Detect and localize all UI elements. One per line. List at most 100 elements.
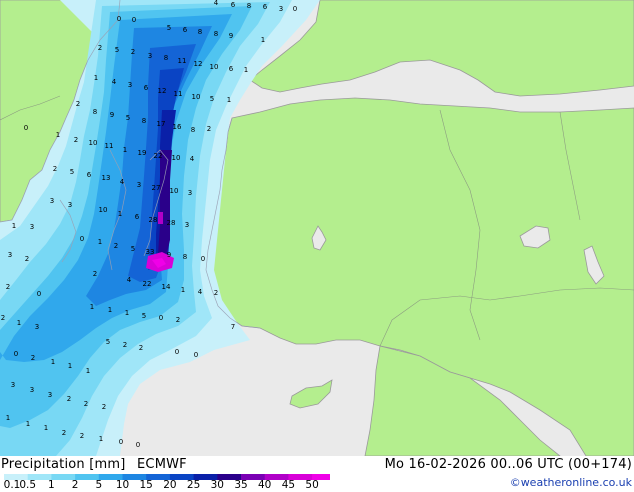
precipitation-value: 5: [142, 312, 146, 320]
precipitation-value: 0: [194, 351, 198, 359]
precipitation-value: 28: [149, 216, 158, 224]
precipitation-value: 1: [51, 358, 55, 366]
colorbar-tick-label: 45: [281, 479, 296, 491]
precipitation-value: 6: [229, 65, 234, 73]
precipitation-value: 2: [67, 395, 71, 403]
colorbar-tick-label: 15: [139, 479, 153, 491]
precipitation-value: 1: [17, 319, 21, 327]
precipitation-value: 7: [231, 323, 235, 331]
precipitation-value: 2: [123, 341, 127, 349]
valid-time: Mo 16-02-2026 00..06 UTC (00+174): [384, 457, 632, 472]
precipitation-value: 1: [68, 362, 72, 370]
precipitation-value: 1: [86, 367, 90, 375]
precipitation-value: 1: [94, 74, 98, 82]
credit-link[interactable]: ©weatheronline.co.uk: [510, 476, 632, 489]
precipitation-value: 1: [181, 286, 185, 294]
precipitation-value: 1: [261, 36, 265, 44]
precipitation-value: 6: [263, 3, 268, 11]
precipitation-value: 0: [175, 348, 179, 356]
precipitation-value: 22: [154, 152, 163, 160]
precipitation-value: 2: [76, 100, 80, 108]
precipitation-value: 10: [210, 63, 219, 71]
precipitation-value: 4: [198, 288, 203, 296]
precipitation-value: 2: [131, 48, 135, 56]
precipitation-value: 3: [68, 201, 72, 209]
precipitation-value: 9: [229, 32, 233, 40]
precipitation-value: 1: [44, 424, 48, 432]
colorbar-tick-label: 35: [234, 479, 248, 491]
colorbar-labels: 0.1 0.5 1 2 5 10 15 20 25 30 35 40 45 50: [0, 479, 330, 492]
precipitation-value: 4: [127, 276, 132, 284]
precipitation-value: 1: [99, 435, 103, 443]
precipitation-value: 4: [120, 178, 125, 186]
colorbar-tick-label: 50: [305, 479, 319, 491]
precipitation-value: 6: [135, 213, 140, 221]
precipitation-value: 3: [11, 381, 15, 389]
precipitation-value: 5: [126, 114, 130, 122]
precipitation-value: 11: [178, 57, 187, 65]
precipitation-value: 3: [128, 81, 132, 89]
precipitation-value: 6: [144, 84, 149, 92]
precipitation-value: 4: [214, 0, 219, 7]
precipitation-value: 2: [207, 125, 211, 133]
precipitation-value: 8: [247, 2, 251, 10]
colorbar-tick-label: 0.5: [19, 479, 37, 491]
precipitation-value: 6: [183, 26, 188, 34]
precipitation-value: 5: [115, 46, 119, 54]
precipitation-value: 13: [102, 174, 111, 182]
precipitation-value: 12: [194, 60, 203, 68]
precipitation-value: 8: [214, 30, 218, 38]
precipitation-value: 3: [35, 323, 39, 331]
precipitation-value: 17: [157, 120, 166, 128]
precipitation-value: 4: [190, 155, 195, 163]
precipitation-value: 11: [105, 142, 114, 150]
colorbar-tick-label: 40: [258, 479, 272, 491]
precipitation-value: 3: [48, 391, 52, 399]
precipitation-value: 1: [227, 96, 231, 104]
precipitation-value: 2: [80, 432, 84, 440]
precipitation-value: 2: [84, 400, 88, 408]
precipitation-value: 2: [74, 136, 78, 144]
colorbar-tick-label: 0.1: [3, 479, 21, 491]
precipitation-value: 19: [138, 149, 147, 157]
precipitation-value: 16: [173, 123, 182, 131]
precipitation-value: 1: [108, 306, 112, 314]
colorbar-tick-label: 25: [186, 479, 201, 491]
precipitation-value: 2: [214, 289, 218, 297]
precipitation-value: 2: [62, 429, 66, 437]
precipitation-value: 0: [117, 15, 121, 23]
precipitation-value: 5: [131, 245, 135, 253]
precipitation-value: 5: [106, 338, 110, 346]
precipitation-value: 2: [31, 354, 35, 362]
precipitation-value: 1: [56, 131, 60, 139]
precipitation-value: 8: [191, 126, 195, 134]
precipitation-value: 2: [114, 242, 118, 250]
precipitation-value: 8: [183, 253, 187, 261]
precipitation-value: 2: [98, 44, 102, 52]
precipitation-value: 5: [70, 168, 74, 176]
precipitation-map[interactable]: 0 04 6 8 6 3 05 6 8 8 9 12 5 2 3 8 11 12 10 6 11 4 3 6 12 11 10 5 12…: [0, 0, 634, 456]
precipitation-value: 0: [293, 5, 297, 13]
precipitation-value: 2: [102, 403, 106, 411]
colorbar-tick-label: 1: [48, 479, 55, 491]
precipitation-value: 3: [30, 386, 34, 394]
precipitation-value: 0: [14, 350, 18, 358]
precipitation-value: 2: [53, 165, 57, 173]
precipitation-value: 3: [50, 197, 54, 205]
precipitation-value: 10: [89, 139, 98, 147]
precipitation-value: 5: [167, 24, 171, 32]
precipitation-value: 1: [6, 414, 10, 422]
precipitation-value: 28: [167, 219, 176, 227]
precipitation-value: 1: [26, 420, 30, 428]
colorbar-tick-label: 5: [95, 479, 103, 491]
precipitation-value: 33: [146, 248, 155, 256]
precipitation-value: 11: [174, 90, 183, 98]
precipitation-value: 0: [136, 441, 140, 449]
precipitation-value: 3: [148, 52, 152, 60]
precipitation-value: 0: [37, 290, 41, 298]
precipitation-value: 0: [80, 235, 84, 243]
precipitation-value: 12: [158, 87, 167, 95]
precipitation-value: 10: [192, 93, 201, 101]
colorbar-tick-label: 2: [71, 479, 79, 491]
precipitation-value: 2: [93, 270, 97, 278]
